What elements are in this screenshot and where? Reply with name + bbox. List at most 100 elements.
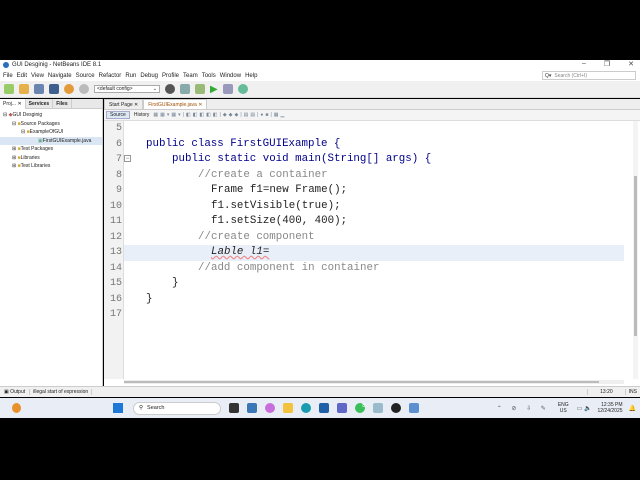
title-bar: GUI Desginig - NetBeans IDE 8.1 bbox=[0, 60, 640, 70]
code-line: f1.setSize(400, 400); bbox=[211, 215, 348, 227]
taskbar-search[interactable]: ⚲ Search bbox=[133, 401, 221, 415]
tree-item[interactable]: ⊞ ■Libraries bbox=[0, 154, 102, 163]
main-toolbar: <default config> ⌄ ▶ bbox=[0, 81, 640, 98]
menu-help[interactable]: Help bbox=[245, 73, 257, 79]
task-view-icon[interactable] bbox=[229, 403, 239, 413]
tree-item[interactable]: ⊞ ■Test Packages bbox=[0, 145, 102, 154]
tree-item[interactable]: ⊟ ■Source Packages bbox=[0, 120, 102, 129]
menu-profile[interactable]: Profile bbox=[162, 73, 179, 79]
restore-button[interactable]: ❐ bbox=[604, 60, 610, 68]
menu-window[interactable]: Window bbox=[220, 73, 241, 79]
paint-icon[interactable] bbox=[373, 403, 383, 413]
store-icon[interactable] bbox=[319, 403, 329, 413]
menu-file[interactable]: File bbox=[3, 73, 13, 79]
menu-source[interactable]: Source bbox=[76, 73, 95, 79]
tab-services[interactable]: Services bbox=[26, 98, 54, 109]
menu-team[interactable]: Team bbox=[183, 73, 198, 79]
code-line: } bbox=[172, 277, 179, 289]
line-number: 8 bbox=[115, 169, 122, 181]
code-editor[interactable]: 5 6 7 8 9 10 11 12 13 14 15 16 17 − publ… bbox=[110, 121, 624, 379]
window-title: GUI Desginig - NetBeans IDE 8.1 bbox=[12, 62, 102, 68]
copilot-icon[interactable] bbox=[265, 403, 275, 413]
build-icon[interactable] bbox=[180, 84, 190, 94]
line-number: 11 bbox=[109, 216, 122, 227]
menu-refactor[interactable]: Refactor bbox=[99, 73, 122, 79]
whatsapp-icon[interactable]: 8 bbox=[355, 403, 365, 413]
tree-item[interactable]: ⊞ ■Test Libraries bbox=[0, 162, 102, 171]
insert-mode: INS bbox=[624, 389, 640, 395]
tree-item[interactable]: ▣FirstGUIExample.java bbox=[0, 136, 102, 145]
tab-firstguiexample[interactable]: FirstGUIExample.java ✕ bbox=[143, 99, 208, 109]
horizontal-scrollbar[interactable] bbox=[124, 380, 624, 384]
menu-edit[interactable]: Edit bbox=[17, 73, 27, 79]
line-number: 5 bbox=[115, 123, 122, 134]
tab-start-page[interactable]: Start Page ✕ bbox=[104, 99, 144, 109]
tree-item[interactable]: ⊟ ◆GUI Desginig bbox=[0, 111, 102, 120]
output-tab[interactable]: ▣ Output bbox=[0, 389, 31, 395]
code-comment: //add component in container bbox=[198, 261, 380, 274]
tab-projects[interactable]: Proj... ✕ bbox=[0, 98, 26, 109]
windows-start-icon[interactable] bbox=[113, 403, 123, 413]
globe-icon[interactable] bbox=[165, 84, 175, 94]
project-tree: ⊟ ◆GUI Desginig ⊟ ■Source Packages ⊟ ■Ex… bbox=[0, 109, 102, 171]
edge-icon[interactable] bbox=[301, 403, 311, 413]
volume-icon[interactable]: ▭ 🔈 bbox=[577, 405, 592, 412]
editor-panel: Start Page ✕ FirstGUIExample.java ✕ Sour… bbox=[104, 99, 640, 386]
undo-icon[interactable] bbox=[64, 84, 74, 94]
line-number: 17 bbox=[109, 309, 122, 320]
profile-icon[interactable] bbox=[237, 84, 248, 94]
line-number: 6 bbox=[115, 138, 122, 150]
new-file-icon[interactable] bbox=[4, 84, 14, 94]
editor-tools-icon[interactable]: ▦▦▾▦▾|◧◧◧◧◧|◆◆◆|▤▤|●■|▦▁ bbox=[153, 112, 286, 118]
save-all-icon[interactable] bbox=[49, 84, 59, 94]
python-icon[interactable] bbox=[247, 403, 257, 413]
netbeans-taskbar-icon[interactable] bbox=[409, 403, 419, 413]
clock[interactable]: 12:35 PM 12/24/2025 bbox=[597, 402, 622, 414]
fold-icon[interactable]: − bbox=[124, 155, 131, 162]
menu-run[interactable]: Run bbox=[125, 73, 136, 79]
notification-icon[interactable]: 🔔 bbox=[629, 405, 636, 412]
vertical-scrollbar[interactable] bbox=[633, 121, 638, 379]
menu-navigate[interactable]: Navigate bbox=[48, 73, 72, 79]
redo-icon[interactable] bbox=[79, 84, 89, 94]
minimize-button[interactable]: – bbox=[582, 60, 586, 68]
debug-icon[interactable] bbox=[222, 84, 233, 94]
menu-debug[interactable]: Debug bbox=[140, 73, 158, 79]
line-number: 13 bbox=[109, 247, 122, 258]
weather-icon[interactable] bbox=[12, 403, 21, 413]
new-project-icon[interactable] bbox=[19, 84, 29, 94]
line-number: 12 bbox=[109, 231, 122, 243]
menu-view[interactable]: View bbox=[31, 73, 44, 79]
language-indicator[interactable]: ENG US bbox=[558, 402, 569, 414]
search-placeholder: Search (Ctrl+I) bbox=[554, 72, 588, 79]
obs-icon[interactable] bbox=[391, 403, 401, 413]
line-number: 7 bbox=[115, 154, 122, 165]
teams-icon[interactable] bbox=[337, 403, 347, 413]
open-project-icon[interactable] bbox=[34, 84, 44, 94]
tray-icons[interactable]: ⌃ ⊘ ⇩ ✎ bbox=[497, 405, 550, 412]
caret-position: 13:20 bbox=[587, 389, 625, 395]
code-line: public class FirstGUIExample { bbox=[146, 137, 341, 150]
netbeans-logo-icon bbox=[3, 62, 9, 68]
tab-files[interactable]: Files bbox=[53, 98, 72, 109]
code-line: public static void main(String[] args) { bbox=[172, 153, 432, 165]
config-select[interactable]: <default config> ⌄ bbox=[94, 85, 160, 93]
code-line: f1.setVisible(true); bbox=[211, 199, 341, 212]
clean-build-icon[interactable] bbox=[195, 84, 205, 94]
history-button[interactable]: History bbox=[134, 112, 150, 118]
search-input[interactable]: Q▾ Search (Ctrl+I) bbox=[542, 71, 636, 80]
line-number: 15 bbox=[109, 278, 122, 289]
menu-tools[interactable]: Tools bbox=[202, 73, 216, 79]
source-button[interactable]: Source bbox=[106, 111, 130, 119]
close-button[interactable]: ✕ bbox=[628, 60, 634, 68]
run-icon[interactable]: ▶ bbox=[210, 84, 218, 95]
search-icon: ⚲ bbox=[139, 405, 144, 411]
code-line: Frame f1=new Frame(); bbox=[211, 184, 348, 196]
projects-panel: Proj... ✕ Services Files ⊟ ◆GUI Desginig… bbox=[0, 98, 103, 386]
tree-item[interactable]: ⊟ ■ExampleOfGUI bbox=[0, 128, 102, 137]
code-line-current: Lable l1= bbox=[211, 246, 270, 258]
status-message: illegal start of expression bbox=[30, 389, 93, 395]
code-line: } bbox=[146, 292, 153, 305]
line-number: 9 bbox=[115, 185, 122, 196]
file-explorer-icon[interactable] bbox=[283, 403, 293, 413]
